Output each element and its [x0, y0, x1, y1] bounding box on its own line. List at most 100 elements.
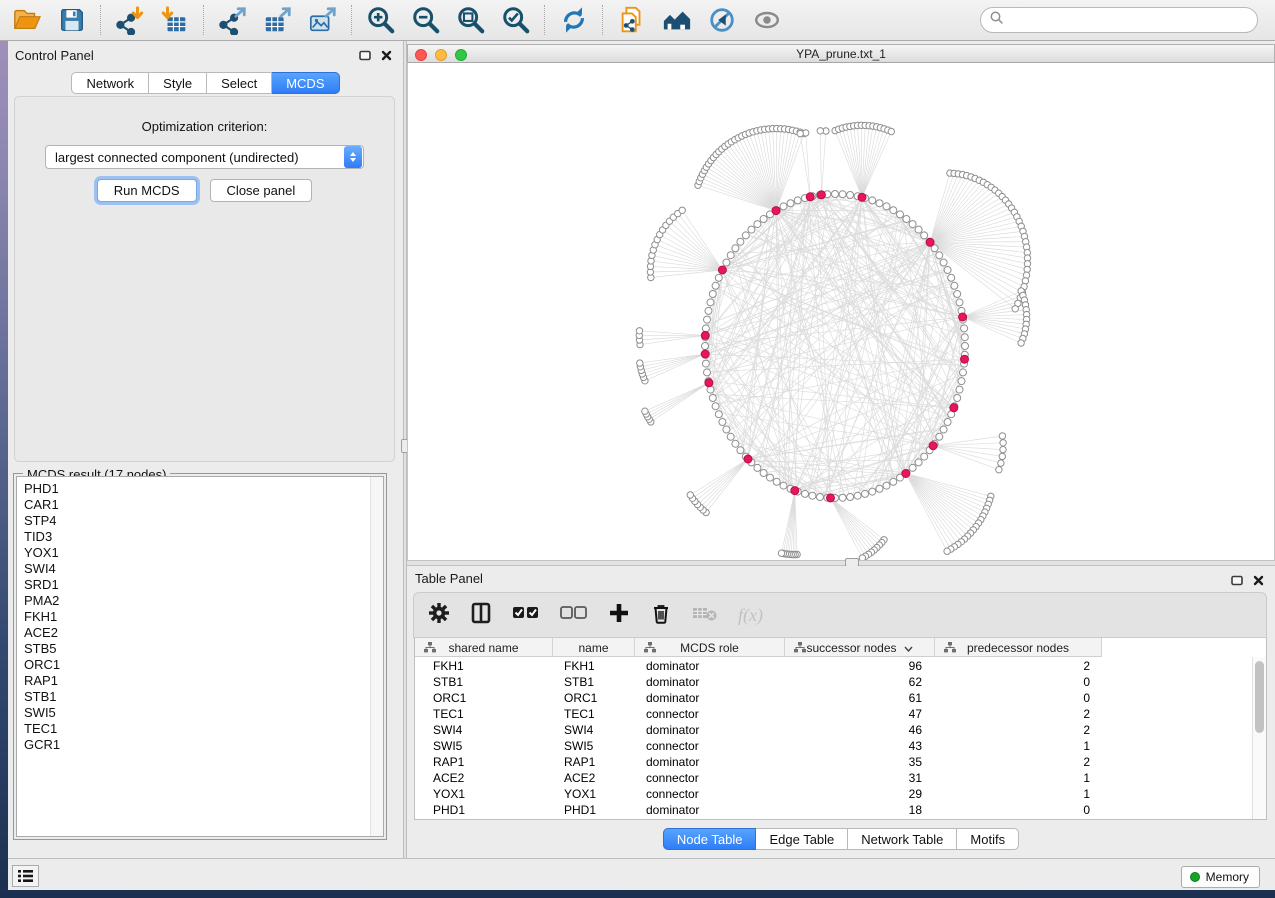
export-image-button[interactable] — [300, 1, 345, 39]
mcds-result-item[interactable]: PHD1 — [24, 481, 383, 497]
network-node[interactable] — [940, 426, 947, 433]
column-header-successor-nodes[interactable]: successor nodes — [785, 638, 935, 657]
table-row[interactable]: SWI4SWI4dominator462 — [415, 722, 1253, 738]
deselect-all-checkboxes-button[interactable] — [560, 602, 588, 629]
network-node[interactable] — [958, 378, 965, 385]
mcds-hub-node[interactable] — [929, 442, 937, 450]
network-node[interactable] — [944, 267, 951, 274]
network-node[interactable] — [954, 291, 961, 298]
mcds-result-item[interactable]: GCR1 — [24, 737, 383, 753]
network-node[interactable] — [998, 460, 1004, 466]
table-row[interactable]: TEC1TEC1connector472 — [415, 706, 1253, 722]
network-node[interactable] — [897, 211, 904, 218]
network-node[interactable] — [915, 226, 922, 233]
network-node[interactable] — [869, 488, 876, 495]
mcds-hub-node[interactable] — [926, 238, 934, 246]
network-node[interactable] — [936, 433, 943, 440]
network-node[interactable] — [723, 426, 730, 433]
network-node[interactable] — [996, 467, 1002, 473]
tab-style[interactable]: Style — [149, 72, 207, 94]
tab-network-table[interactable]: Network Table — [848, 828, 957, 850]
network-node[interactable] — [809, 492, 816, 499]
network-node[interactable] — [915, 459, 922, 466]
network-node[interactable] — [921, 232, 928, 239]
network-node[interactable] — [962, 343, 969, 350]
network-node[interactable] — [727, 252, 734, 259]
network-node[interactable] — [802, 490, 809, 497]
column-header-name[interactable]: name — [553, 638, 635, 657]
mcds-hub-node[interactable] — [858, 193, 866, 201]
network-canvas[interactable] — [407, 63, 1275, 560]
network-node[interactable] — [709, 395, 716, 402]
zoom-selected-button[interactable] — [493, 1, 538, 39]
maximize-window-icon[interactable] — [455, 49, 467, 61]
mcds-result-item[interactable]: RAP1 — [24, 673, 383, 689]
network-node[interactable] — [794, 197, 801, 204]
network-node[interactable] — [737, 447, 744, 454]
column-layout-button[interactable] — [470, 602, 492, 629]
network-node[interactable] — [727, 433, 734, 440]
mcds-result-item[interactable]: FKH1 — [24, 609, 383, 625]
network-node[interactable] — [732, 245, 739, 252]
network-node[interactable] — [702, 343, 709, 350]
zoom-in-button[interactable] — [358, 1, 403, 39]
network-node[interactable] — [903, 216, 910, 223]
network-node[interactable] — [715, 411, 722, 418]
table-row[interactable]: STB1STB1dominator620 — [415, 674, 1253, 690]
tab-network[interactable]: Network — [71, 72, 149, 94]
network-node[interactable] — [636, 328, 642, 334]
mcds-hub-node[interactable] — [772, 207, 780, 215]
network-node[interactable] — [839, 494, 846, 501]
network-node[interactable] — [723, 259, 730, 266]
close-panel-icon[interactable] — [380, 49, 393, 61]
network-node[interactable] — [709, 291, 716, 298]
network-node[interactable] — [773, 478, 780, 485]
network-node[interactable] — [999, 453, 1005, 459]
network-node[interactable] — [712, 282, 719, 289]
table-row[interactable]: FKH1FKH1dominator962 — [415, 658, 1253, 674]
network-node[interactable] — [940, 259, 947, 266]
tab-select[interactable]: Select — [207, 72, 272, 94]
mcds-result-item[interactable]: TID3 — [24, 529, 383, 545]
memory-button[interactable]: Memory — [1181, 866, 1260, 888]
network-node[interactable] — [961, 325, 968, 332]
save-session-button[interactable] — [49, 1, 94, 39]
mcds-hub-node[interactable] — [827, 494, 835, 502]
mcds-hub-node[interactable] — [902, 470, 910, 478]
mcds-hub-node[interactable] — [744, 455, 752, 463]
network-node[interactable] — [948, 274, 955, 281]
network-node[interactable] — [742, 232, 749, 239]
network-node[interactable] — [961, 334, 968, 341]
show-panels-list-button[interactable] — [12, 865, 39, 887]
network-node[interactable] — [767, 474, 774, 481]
run-mcds-button[interactable]: Run MCDS — [97, 179, 197, 202]
close-panel-button[interactable]: Close panel — [210, 179, 313, 202]
mcds-hub-node[interactable] — [817, 191, 825, 199]
network-node[interactable] — [862, 490, 869, 497]
optimization-criterion-dropdown[interactable]: largest connected component (undirected) — [45, 145, 364, 169]
network-node[interactable] — [909, 464, 916, 471]
table-row[interactable]: ORC1ORC1dominator610 — [415, 690, 1253, 706]
mcds-result-item[interactable]: PMA2 — [24, 593, 383, 609]
network-node[interactable] — [760, 216, 767, 223]
delete-column-button[interactable] — [650, 602, 672, 629]
network-node[interactable] — [890, 207, 897, 214]
select-all-checkboxes-button[interactable] — [512, 602, 540, 629]
network-node[interactable] — [890, 478, 897, 485]
mcds-result-item[interactable]: ACE2 — [24, 625, 383, 641]
network-node[interactable] — [936, 252, 943, 259]
zoom-out-button[interactable] — [403, 1, 448, 39]
network-node[interactable] — [888, 128, 894, 134]
network-node[interactable] — [719, 419, 726, 426]
table-row[interactable]: ACE2ACE2connector311 — [415, 770, 1253, 786]
settings-gear-button[interactable] — [428, 602, 450, 629]
network-node[interactable] — [704, 316, 711, 323]
clone-network-button[interactable] — [609, 1, 654, 39]
tab-motifs[interactable]: Motifs — [957, 828, 1019, 850]
network-node[interactable] — [780, 482, 787, 489]
close-panel-icon[interactable] — [1252, 574, 1265, 586]
import-table-button[interactable] — [152, 1, 197, 39]
network-node[interactable] — [637, 360, 643, 366]
network-overview-button[interactable] — [654, 1, 699, 39]
mcds-result-scrollbar[interactable] — [370, 477, 383, 836]
